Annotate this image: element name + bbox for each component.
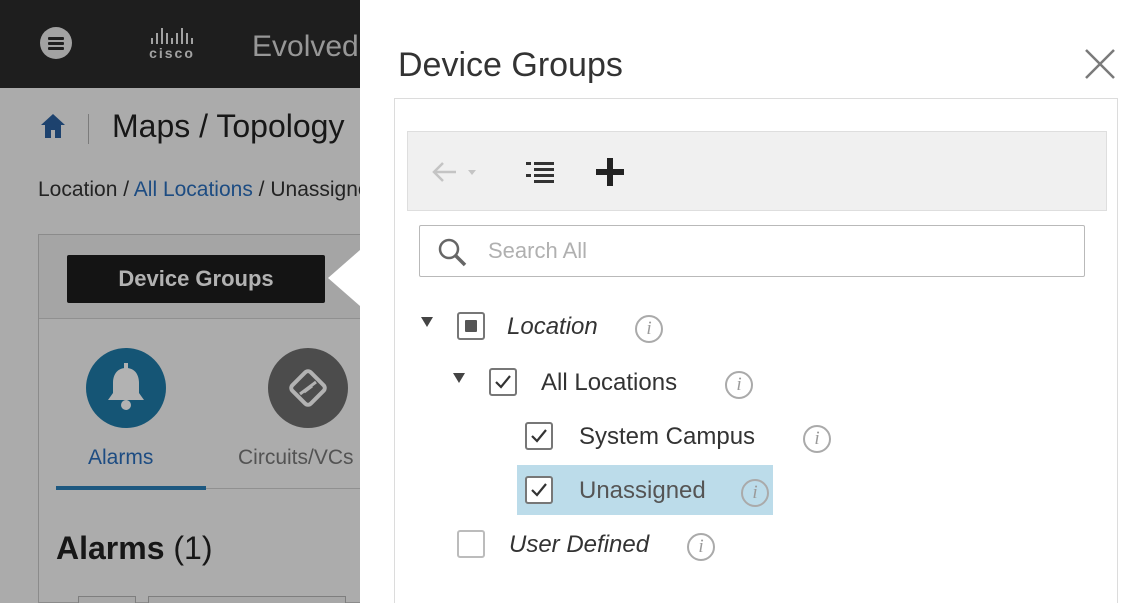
tree-node-location: Location i: [417, 305, 717, 351]
checkmark-icon: [531, 429, 547, 443]
main-menu-button[interactable]: [40, 27, 72, 59]
alarms-heading: Alarms (1): [56, 530, 213, 567]
alarms-tab-icon[interactable]: [86, 348, 166, 428]
table-control[interactable]: [148, 596, 346, 603]
search-box[interactable]: [419, 225, 1085, 277]
location-checkbox[interactable]: [457, 312, 485, 340]
tree-toolbar: [407, 131, 1107, 211]
active-tab-indicator: [56, 486, 206, 490]
back-button[interactable]: [428, 154, 484, 190]
arrow-left-icon: [432, 162, 476, 182]
tree-node-system-campus: System Campus i: [525, 415, 845, 461]
list-view-button[interactable]: [522, 154, 558, 190]
alarms-count: (1): [173, 530, 213, 566]
circuits-tab-icon[interactable]: [268, 348, 348, 428]
tree-node-label[interactable]: System Campus: [579, 423, 755, 451]
info-icon[interactable]: i: [635, 315, 663, 343]
tree-node-all-locations: All Locations i: [449, 361, 769, 407]
alarms-heading-text: Alarms: [56, 530, 165, 566]
close-icon[interactable]: [1080, 44, 1120, 84]
tree-node-label[interactable]: User Defined: [509, 531, 649, 559]
search-input[interactable]: [488, 236, 1068, 266]
breadcrumb-separator: /: [117, 178, 134, 201]
breadcrumb: Location / All Locations / Unassigned: [38, 178, 381, 202]
checkmark-icon: [495, 375, 511, 389]
device-groups-button[interactable]: Device Groups: [67, 255, 325, 303]
plus-icon: [596, 158, 624, 186]
dialog-body: Location i All Locations i System Campus…: [394, 98, 1118, 603]
breadcrumb-location: Location: [38, 178, 118, 201]
system-campus-checkbox[interactable]: [525, 422, 553, 450]
device-groups-dialog: Device Groups Search All Location i All …: [360, 0, 1123, 603]
tree-node-label[interactable]: All Locations: [541, 369, 677, 397]
tab-divider: [206, 488, 378, 489]
left-panel-header: Device Groups: [39, 235, 377, 319]
tab-circuits[interactable]: Circuits/VCs: [238, 446, 354, 470]
home-icon[interactable]: [40, 112, 66, 140]
info-icon[interactable]: i: [687, 533, 715, 561]
tree-node-label[interactable]: Unassigned: [579, 477, 706, 505]
table-control[interactable]: [78, 596, 136, 603]
tree-node-label[interactable]: Location: [507, 313, 598, 341]
brand-name: cisco: [149, 45, 195, 61]
checkmark-icon: [531, 483, 547, 497]
cisco-logo: cisco: [132, 26, 212, 66]
dialog-title: Device Groups: [398, 46, 623, 84]
collapse-toggle-icon[interactable]: [453, 373, 465, 383]
title-separator: [88, 114, 89, 144]
info-icon[interactable]: i: [725, 371, 753, 399]
user-defined-checkbox[interactable]: [457, 530, 485, 558]
add-group-button[interactable]: [592, 154, 628, 190]
breadcrumb-separator: /: [252, 178, 271, 201]
search-icon: [438, 238, 467, 267]
page-title: Maps / Topology: [112, 108, 345, 144]
tree-node-user-defined: User Defined i: [457, 523, 777, 569]
collapse-toggle-icon[interactable]: [421, 317, 433, 327]
breadcrumb-all-locations-link[interactable]: All Locations: [134, 178, 253, 201]
unassigned-checkbox[interactable]: [525, 476, 553, 504]
bell-icon: [108, 363, 144, 410]
circuit-icon: [289, 369, 327, 407]
list-icon: [526, 162, 554, 183]
all-locations-checkbox[interactable]: [489, 368, 517, 396]
info-icon[interactable]: i: [741, 479, 769, 507]
tab-alarms[interactable]: Alarms: [88, 446, 153, 470]
tree-node-unassigned: Unassigned i: [517, 465, 845, 515]
info-icon[interactable]: i: [803, 425, 831, 453]
popover-pointer: [328, 250, 360, 306]
